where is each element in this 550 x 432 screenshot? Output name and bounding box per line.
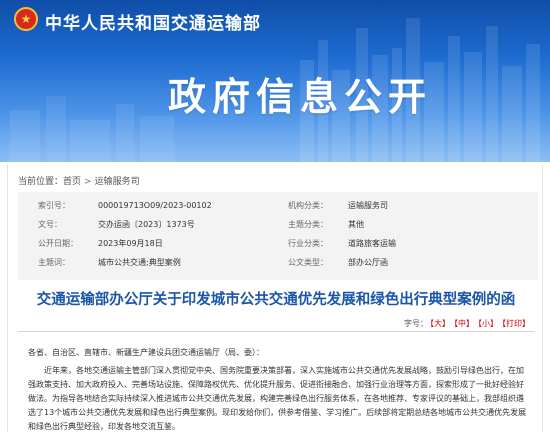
topic-category-label: 主题分类： bbox=[288, 220, 328, 229]
topic-category-value: 其他 bbox=[348, 220, 364, 229]
banner-title: 政府信息公开 bbox=[168, 75, 433, 119]
national-emblem-icon bbox=[14, 7, 38, 31]
font-size-small-button[interactable]: 【小】 bbox=[478, 319, 498, 328]
document-metadata-table: 索引号： 000019713O09/2023-00102 机构分类： 运输服务司… bbox=[18, 192, 538, 280]
agency-category-label: 机构分类： bbox=[288, 201, 328, 210]
breadcrumb-department-link[interactable]: 运输服务司 bbox=[95, 177, 140, 187]
document-title: 交通运输部办公厅关于印发城市公共交通优先发展和绿色出行典型案例的函 bbox=[36, 292, 516, 308]
metadata-row: 索引号： 000019713O09/2023-00102 机构分类： 运输服务司 bbox=[18, 198, 538, 213]
content-card: 当前位置：首页 > 运输服务司 索引号： 000019713O09/2023-001… bbox=[7, 164, 543, 432]
document-number-label: 文号： bbox=[38, 220, 62, 229]
index-number-label: 索引号： bbox=[38, 201, 70, 210]
font-size-medium-button[interactable]: 【中】 bbox=[454, 319, 474, 328]
metadata-row: 文号： 交办运函〔2023〕1373号 主题分类： 其他 bbox=[18, 217, 538, 232]
breadcrumb-separator: > bbox=[84, 177, 92, 187]
keywords-value: 城市公共交通;典型案例 bbox=[98, 258, 181, 267]
breadcrumb: 当前位置：首页 > 运输服务司 bbox=[18, 174, 140, 187]
document-type-label: 公文类型： bbox=[288, 258, 328, 267]
industry-category-label: 行业分类： bbox=[288, 239, 328, 248]
document-type-value: 部办公厅函 bbox=[348, 258, 388, 267]
publish-date-label: 公开日期： bbox=[38, 239, 78, 248]
document-body: 各省、自治区、直辖市、新疆生产建设兵团交通运输厅（局、委）： 近年来，各地交通运… bbox=[28, 346, 528, 432]
divider bbox=[18, 331, 534, 332]
site-banner: 中华人民共和国交通运输部 政府信息公开 bbox=[0, 0, 550, 162]
document-number-value: 交办运函〔2023〕1373号 bbox=[98, 220, 195, 229]
ministry-name[interactable]: 中华人民共和国交通运输部 bbox=[45, 9, 261, 34]
index-number-value: 000019713O09/2023-00102 bbox=[98, 201, 212, 210]
body-paragraph: 近年来，各地交通运输主管部门深入贯彻党中央、国务院重要决策部署，深入实施城市公共… bbox=[28, 366, 527, 431]
metadata-row: 主题词： 城市公共交通;典型案例 公文类型： 部办公厅函 bbox=[18, 255, 538, 270]
font-size-controls: 字号： 【大】 【中】 【小】 【打印】 bbox=[404, 318, 532, 329]
publish-date-value: 2023年09月18日 bbox=[98, 239, 163, 248]
keywords-label: 主题词： bbox=[38, 258, 70, 267]
metadata-row: 公开日期： 2023年09月18日 行业分类： 道路旅客运输 bbox=[18, 236, 538, 251]
addressee: 各省、自治区、直辖市、新疆生产建设兵团交通运输厅（局、委）： bbox=[28, 348, 264, 357]
agency-category-value: 运输服务司 bbox=[348, 201, 388, 210]
industry-category-value: 道路旅客运输 bbox=[348, 239, 396, 248]
font-size-large-button[interactable]: 【大】 bbox=[430, 319, 450, 328]
breadcrumb-label: 当前位置： bbox=[18, 177, 64, 187]
print-button[interactable]: 【打印】 bbox=[502, 319, 530, 328]
font-size-label: 字号： bbox=[404, 319, 428, 328]
breadcrumb-home-link[interactable]: 首页 bbox=[63, 177, 81, 187]
